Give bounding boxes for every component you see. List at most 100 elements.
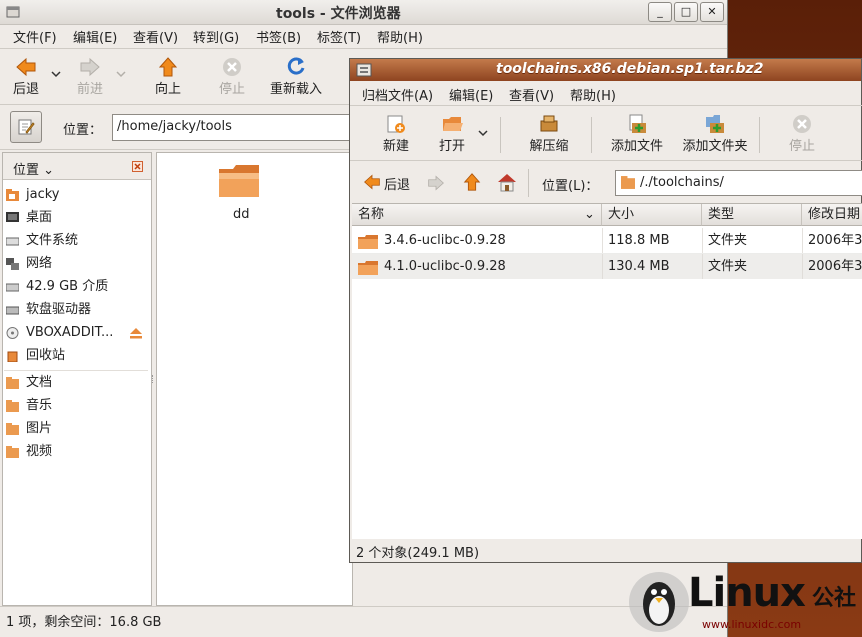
sidebar-item-documents[interactable]: 文档	[6, 372, 146, 394]
sidebar-item-videos[interactable]: 视频	[6, 441, 146, 463]
sidebar-item-filesystem[interactable]: 文件系统	[6, 230, 146, 252]
menu-edit[interactable]: 编辑(E)	[73, 27, 117, 46]
up-label: 向上	[154, 82, 181, 97]
sidebar-item-cdrom[interactable]: VBOXADDIT...	[6, 322, 146, 344]
folder-icon	[358, 235, 378, 249]
add-folder-button[interactable]: 添加文件夹	[680, 113, 750, 154]
column-header-name[interactable]: 名称 ⌄	[352, 204, 602, 226]
folder-icon	[6, 400, 19, 412]
menu-go[interactable]: 转到(G)	[193, 27, 239, 46]
sidebar-item-network[interactable]: 网络	[6, 253, 146, 275]
menu-view[interactable]: 查看(V)	[133, 27, 178, 46]
folder-icon	[358, 261, 378, 275]
sidebar-item-desktop[interactable]: 桌面	[6, 207, 146, 229]
menu-help[interactable]: 帮助(H)	[377, 27, 423, 46]
close-sidebar-icon[interactable]	[132, 161, 143, 172]
location-mode-toggle-button[interactable]	[10, 111, 42, 143]
back-button[interactable]: 后退	[6, 56, 46, 97]
table-row[interactable]: 4.1.0-uclibc-0.9.28 130.4 MB 文件夹 2006年3月	[352, 254, 862, 279]
linux-watermark-logo: Linux 公社 www.linuxidc.com	[628, 568, 862, 637]
harddisk-icon	[6, 237, 19, 246]
column-header-size[interactable]: 大小	[602, 204, 702, 226]
nav-home-icon[interactable]	[496, 172, 518, 192]
folder-icon	[6, 423, 19, 435]
window-menu-icon[interactable]	[6, 5, 20, 19]
eject-icon[interactable]	[129, 327, 143, 339]
tux-penguin-icon	[629, 572, 689, 632]
close-button[interactable]: ✕	[700, 2, 724, 22]
watermark-brand: Linux	[688, 570, 806, 616]
menu-tabs[interactable]: 标签(T)	[317, 27, 361, 46]
column-header-type[interactable]: 类型	[702, 204, 802, 226]
arrow-right-icon	[80, 57, 100, 77]
sidebar-item-label: 视频	[26, 444, 53, 459]
sidebar-item-pictures[interactable]: 图片	[6, 418, 146, 440]
reload-icon	[287, 57, 305, 75]
column-header-label: 名称	[358, 207, 385, 222]
desktop-icon	[6, 212, 19, 222]
sidebar-item-media[interactable]: 42.9 GB 介质	[6, 276, 146, 298]
row-name: 4.1.0-uclibc-0.9.28	[384, 259, 506, 274]
minimize-button[interactable]: _	[648, 2, 672, 22]
folder-item-dd[interactable]: dd	[215, 163, 265, 225]
folder-icon	[219, 165, 259, 197]
edit-location-icon	[18, 119, 35, 135]
sidebar-item-label: 软盘驱动器	[26, 302, 92, 317]
watermark-suffix: 公社	[812, 586, 857, 611]
nav-forward-icon[interactable]	[426, 174, 446, 192]
nav-up-icon[interactable]	[462, 172, 482, 192]
reload-button[interactable]: 重新载入	[266, 56, 326, 97]
sidebar-item-label: 文件系统	[26, 233, 79, 248]
add-file-icon	[629, 114, 646, 133]
location-input[interactable]: /home/jacky/tools	[112, 114, 352, 141]
add-file-button[interactable]: 添加文件	[608, 113, 666, 154]
sidebar-item-trash[interactable]: 回收站	[6, 345, 146, 367]
sidebar-item-label: 文档	[26, 375, 53, 390]
sidebar-item-label: 网络	[26, 256, 53, 271]
open-label: 打开	[438, 139, 465, 154]
menu-archive[interactable]: 归档文件(A)	[362, 85, 433, 104]
column-header-modified[interactable]: 修改日期	[802, 204, 862, 226]
forward-button[interactable]: 前进	[70, 56, 110, 97]
menu-help[interactable]: 帮助(H)	[570, 85, 616, 104]
sidebar-item-label: 回收站	[26, 348, 66, 363]
stop-button[interactable]: 停止	[782, 113, 822, 154]
file-browser-titlebar[interactable]: tools - 文件浏览器 _ □ ✕	[0, 0, 727, 25]
stop-icon	[223, 58, 241, 76]
forward-history-chevron-icon[interactable]	[116, 70, 126, 78]
extract-button[interactable]: 解压缩	[526, 113, 572, 154]
nav-back-label: 后退	[384, 178, 411, 193]
window-title: tools - 文件浏览器	[276, 6, 401, 22]
archive-location-input[interactable]: /./toolchains/	[615, 170, 862, 196]
sidebar-item-music[interactable]: 音乐	[6, 395, 146, 417]
menu-file[interactable]: 文件(F)	[13, 27, 57, 46]
stop-button[interactable]: 停止	[212, 56, 252, 97]
watermark-site: www.linuxidc.com	[702, 618, 802, 631]
sidebar-item-label: 42.9 GB 介质	[26, 279, 109, 294]
row-name: 3.4.6-uclibc-0.9.28	[384, 233, 506, 248]
archive-manager-window: toolchains.x86.debian.sp1.tar.bz2 归档文件(A…	[349, 58, 862, 563]
open-archive-button[interactable]: 打开	[432, 113, 472, 154]
folder-icon	[6, 377, 19, 389]
table-row[interactable]: 3.4.6-uclibc-0.9.28 118.8 MB 文件夹 2006年3月	[352, 228, 862, 254]
sidebar-item-label: jacky	[26, 187, 60, 202]
open-recent-chevron-icon[interactable]	[478, 129, 488, 137]
menu-view[interactable]: 查看(V)	[509, 85, 554, 104]
sidebar-header: 位置 ⌄	[3, 153, 151, 180]
sidebar-selector[interactable]: 位置 ⌄	[13, 159, 54, 178]
maximize-button[interactable]: □	[674, 2, 698, 22]
chevron-down-icon: ⌄	[43, 163, 55, 178]
arrow-left-icon	[364, 174, 380, 190]
up-button[interactable]: 向上	[148, 56, 188, 97]
menu-bookmarks[interactable]: 书签(B)	[256, 27, 301, 46]
archive-titlebar[interactable]: toolchains.x86.debian.sp1.tar.bz2	[350, 59, 861, 81]
sidebar-item-home[interactable]: jacky	[6, 184, 146, 206]
archive-app-icon[interactable]	[356, 62, 372, 78]
menu-edit[interactable]: 编辑(E)	[449, 85, 493, 104]
archive-status-text: 2 个对象(249.1 MB)	[356, 546, 480, 561]
back-history-chevron-icon[interactable]	[51, 70, 61, 78]
sidebar-item-floppy[interactable]: 软盘驱动器	[6, 299, 146, 321]
new-archive-button[interactable]: 新建	[376, 113, 416, 154]
stop-label: 停止	[218, 82, 245, 97]
sidebar-selector-label: 位置	[13, 163, 40, 178]
